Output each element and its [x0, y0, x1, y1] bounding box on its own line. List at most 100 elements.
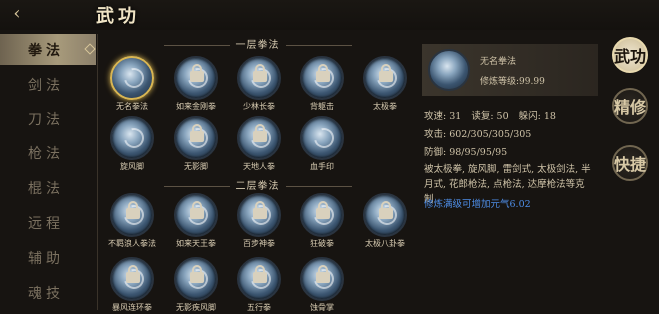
- skill-orb-icon: [237, 116, 281, 160]
- skill-name: 太极拳: [373, 102, 397, 111]
- skill-slot[interactable]: 不羁浪人拳法: [100, 193, 164, 251]
- lock-icon: [253, 265, 267, 283]
- sidebar-item-label: 刀法: [28, 111, 64, 128]
- skill-orb-icon: [174, 116, 218, 160]
- skill-slot[interactable]: 血手印: [290, 116, 354, 174]
- skill-slot[interactable]: 太极八卦拳: [353, 193, 417, 251]
- menu-button-label: 快捷: [614, 155, 647, 174]
- sidebar-item-qiangfa[interactable]: 枪法: [0, 137, 96, 168]
- skill-orb-icon: [300, 116, 344, 160]
- sidebar-item-fuzhu[interactable]: 辅助: [0, 242, 96, 273]
- menu-button-wugong[interactable]: 武功: [612, 37, 648, 73]
- page-title: 武功: [96, 6, 140, 27]
- lock-icon: [190, 201, 204, 219]
- skill-orb-icon: [174, 257, 218, 301]
- skill-slot[interactable]: 五行拳: [227, 257, 291, 314]
- skill-orb-icon: [363, 193, 407, 237]
- skill-name: 不羁浪人拳法: [108, 239, 156, 248]
- skill-slot[interactable]: 如来天王拳: [164, 193, 228, 251]
- sidebar-item-label: 魂技: [28, 285, 64, 302]
- skill-slot[interactable]: 无影脚: [164, 116, 228, 174]
- attack-stat: 攻击: 602/305/305/305: [424, 129, 532, 140]
- skill-name: 如来天王拳: [176, 239, 216, 248]
- skill-slot[interactable]: 狂破拳: [290, 193, 354, 251]
- skill-slot[interactable]: 如来金刚拳: [164, 56, 228, 114]
- skill-name: 血手印: [310, 162, 334, 171]
- skill-grid: 一层拳法 二层拳法 无名拳法 如来金刚拳 少林长拳 背躯击 太极拳旋风脚 无影脚 天地人拳 血…: [100, 30, 415, 314]
- skill-name: 少林长拳: [243, 102, 275, 111]
- skill-name: 无影脚: [184, 162, 208, 171]
- skill-slot[interactable]: 太极拳: [353, 56, 417, 114]
- section-title: 一层拳法: [100, 36, 415, 51]
- lock-icon: [190, 64, 204, 82]
- skill-slot[interactable]: 暴风连环拳: [100, 257, 164, 314]
- sidebar-item-yuancheng[interactable]: 远程: [0, 207, 96, 238]
- menu-button-label: 武功: [614, 47, 647, 66]
- skill-icon: [428, 49, 470, 91]
- skill-slot[interactable]: 背躯击: [290, 56, 354, 114]
- sidebar-item-label: 剑法: [28, 77, 64, 94]
- swirl-icon: [120, 124, 148, 152]
- sidebar-item-gunfa[interactable]: 棍法: [0, 172, 96, 203]
- skill-slot[interactable]: 旋风脚: [100, 116, 164, 174]
- sidebar-item-label: 拳法: [28, 42, 64, 59]
- skill-slot[interactable]: 天地人拳: [227, 116, 291, 174]
- lock-icon: [126, 265, 140, 283]
- skill-detail-panel: 无名拳法 修炼等级:99.99 攻速: 31 读复: 50 躲闪: 18 攻击: 6…: [422, 44, 600, 314]
- detail-skill-name: 无名拳法: [480, 57, 517, 67]
- sidebar-item-daofa[interactable]: 刀法: [0, 103, 96, 134]
- sidebar-item-label: 枪法: [28, 145, 64, 162]
- lock-icon: [316, 201, 330, 219]
- lock-icon: [126, 201, 140, 219]
- sidebar-item-quanfa[interactable]: 拳法: [0, 34, 96, 65]
- skill-name: 旋风脚: [120, 162, 144, 171]
- menu-button-label: 精修: [614, 98, 647, 117]
- skill-orb-icon: [110, 116, 154, 160]
- category-sidebar: 拳法 剑法 刀法 枪法 棍法 远程 辅助 魂技: [0, 34, 100, 314]
- skill-orb-icon: [174, 56, 218, 100]
- skill-name: 天地人拳: [243, 162, 275, 171]
- skill-name: 无影疾风脚: [176, 303, 216, 312]
- skill-name: 蚀骨掌: [310, 303, 334, 312]
- skill-orb-icon: [237, 193, 281, 237]
- sidebar-item-label: 远程: [28, 215, 64, 232]
- back-arrow-icon[interactable]: ‹: [6, 3, 28, 25]
- skill-name: 背躯击: [310, 102, 334, 111]
- lock-icon: [253, 124, 267, 142]
- detail-header: 无名拳法 修炼等级:99.99: [422, 44, 598, 96]
- skill-slot[interactable]: 少林长拳: [227, 56, 291, 114]
- skill-slot[interactable]: 百步神拳: [227, 193, 291, 251]
- skill-orb-icon: [110, 257, 154, 301]
- lock-icon: [190, 124, 204, 142]
- section-title-text: 一层拳法: [235, 40, 280, 51]
- dodge-stat: 躲闪: 18: [518, 111, 556, 122]
- skill-orb-icon: [300, 193, 344, 237]
- lock-icon: [190, 265, 204, 283]
- sidebar-item-label: 棍法: [28, 180, 64, 197]
- defense-stat: 防御: 98/95/95/95: [424, 147, 508, 158]
- menu-button-jingxiu[interactable]: 精修: [612, 88, 648, 124]
- section-title-text: 二层拳法: [235, 181, 280, 192]
- lock-icon: [316, 265, 330, 283]
- swirl-icon: [310, 124, 338, 152]
- lock-icon: [253, 64, 267, 82]
- lock-icon: [379, 201, 393, 219]
- attack-speed-stat: 攻速: 31: [424, 111, 462, 122]
- skill-name: 太极八卦拳: [365, 239, 405, 248]
- skill-name: 五行拳: [247, 303, 271, 312]
- skill-name: 无名拳法: [116, 102, 148, 111]
- skill-orb-icon: [110, 56, 154, 100]
- sidebar-item-jianfa[interactable]: 剑法: [0, 69, 96, 100]
- skill-orb-icon: [300, 56, 344, 100]
- skill-orb-icon: [110, 193, 154, 237]
- skill-slot[interactable]: 无影疾风脚: [164, 257, 228, 314]
- stats-row-speed: 攻速: 31 读复: 50 躲闪: 18: [424, 108, 566, 122]
- skill-slot[interactable]: 蚀骨掌: [290, 257, 354, 314]
- menu-button-kuaijie[interactable]: 快捷: [612, 145, 648, 181]
- skill-orb-icon: [300, 257, 344, 301]
- skill-slot[interactable]: 无名拳法: [100, 56, 164, 114]
- skill-name: 百步神拳: [243, 239, 275, 248]
- section-title: 二层拳法: [100, 177, 415, 192]
- sidebar-divider: [97, 34, 98, 310]
- sidebar-item-hunji[interactable]: 魂技: [0, 277, 96, 308]
